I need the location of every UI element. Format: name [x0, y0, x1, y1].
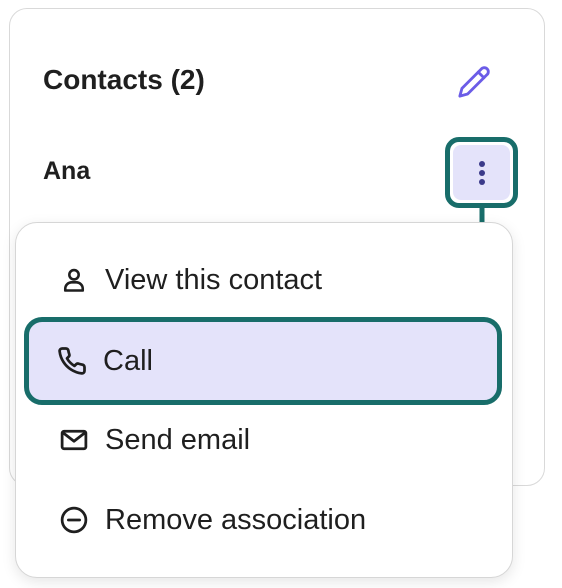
menu-item-call[interactable]: Call [24, 317, 502, 405]
more-actions-button[interactable] [445, 137, 518, 208]
phone-icon [56, 345, 88, 377]
menu-item-label: Call [103, 345, 153, 377]
menu-item-view-contact[interactable]: View this contact [16, 240, 512, 320]
edit-button[interactable] [454, 62, 494, 102]
minus-circle-icon [58, 504, 90, 536]
more-vertical-icon [478, 160, 485, 185]
mail-icon [58, 424, 90, 456]
menu-item-send-email[interactable]: Send email [16, 400, 512, 480]
user-icon [58, 264, 90, 296]
more-actions-button-fill [453, 145, 510, 200]
menu-item-remove-association[interactable]: Remove association [16, 480, 512, 560]
menu-item-label: View this contact [105, 264, 323, 296]
pencil-icon [458, 66, 490, 98]
menu-item-label: Send email [105, 424, 251, 456]
card-title: Contacts (2) [43, 64, 205, 95]
contact-name: Ana [43, 157, 91, 185]
menu-item-label: Remove association [105, 504, 367, 536]
